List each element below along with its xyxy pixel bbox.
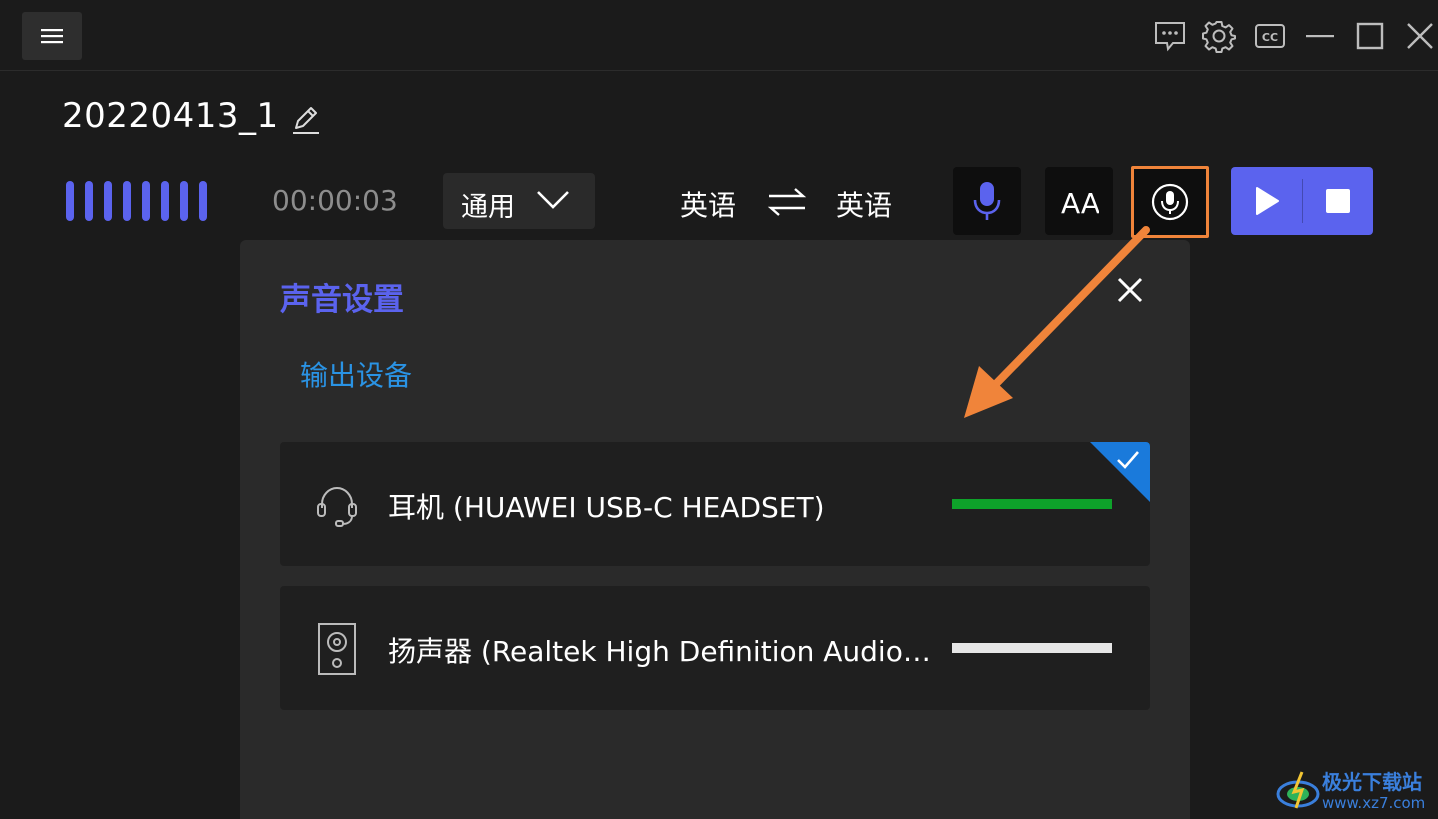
chevron-down-icon — [537, 191, 569, 209]
playback-controls — [1231, 167, 1373, 235]
microphone-icon — [973, 182, 1001, 220]
cc-subtitle-icon: CC — [1255, 24, 1285, 48]
checkmark-icon — [1117, 451, 1139, 469]
output-device-section-label: 输出设备 — [300, 359, 413, 392]
font-size-icon: AA — [1061, 187, 1099, 219]
close-icon — [1117, 277, 1143, 303]
play-button[interactable] — [1231, 167, 1302, 235]
settings-gear-icon — [1202, 21, 1236, 53]
recording-timer: 00:00:03 — [272, 184, 398, 217]
sound-settings-panel: 声音设置 输出设备 耳机 (HUAWEI USB-C HEADSET) 扬声器 … — [240, 240, 1190, 819]
close-panel-button[interactable] — [1116, 276, 1144, 308]
source-language[interactable]: 英语 — [680, 184, 736, 224]
feedback-button[interactable] — [1150, 16, 1190, 56]
mode-dropdown[interactable]: 通用 — [443, 173, 595, 229]
watermark: 极光下载站 www.xz7.com — [1276, 764, 1436, 816]
maximize-icon — [1356, 22, 1384, 50]
stop-button[interactable] — [1303, 167, 1373, 235]
svg-text:AA: AA — [1061, 187, 1099, 219]
device-item-speaker[interactable]: 扬声器 (Realtek High Definition Audio(... — [280, 586, 1150, 710]
subtitle-button[interactable]: CC — [1250, 16, 1290, 56]
swap-arrows-icon — [767, 188, 807, 216]
minimize-button[interactable] — [1300, 16, 1340, 56]
menu-button[interactable] — [22, 12, 82, 60]
target-language[interactable]: 英语 — [836, 184, 892, 224]
mode-label: 通用 — [461, 192, 515, 223]
maximize-button[interactable] — [1350, 16, 1390, 56]
hamburger-icon — [41, 29, 63, 44]
session-title: 20220413_1 — [62, 96, 279, 136]
watermark-logo-icon — [1276, 771, 1320, 809]
close-icon — [1407, 23, 1433, 49]
font-size-button[interactable]: AA — [1045, 167, 1113, 235]
svg-text:CC: CC — [1262, 31, 1278, 44]
title-bar: CC — [0, 0, 1438, 71]
level-meter — [952, 643, 1112, 653]
stop-icon — [1326, 189, 1350, 213]
device-item-headset[interactable]: 耳机 (HUAWEI USB-C HEADSET) — [280, 442, 1150, 566]
minimize-icon — [1306, 35, 1334, 38]
feedback-icon — [1155, 22, 1185, 52]
panel-title: 声音设置 — [280, 282, 404, 318]
headset-icon — [317, 486, 357, 527]
play-icon — [1255, 187, 1279, 215]
level-meter — [952, 499, 1112, 509]
close-window-button[interactable] — [1400, 16, 1438, 56]
sound-settings-button[interactable] — [1131, 166, 1209, 238]
edit-title-button[interactable] — [290, 104, 322, 140]
microphone-button[interactable] — [953, 167, 1021, 235]
pencil-icon — [293, 107, 319, 134]
sound-mic-icon — [1151, 183, 1189, 221]
swap-language-button[interactable] — [766, 184, 808, 224]
watermark-url: www.xz7.com — [1322, 794, 1426, 812]
settings-button[interactable] — [1199, 16, 1239, 56]
device-name: 扬声器 (Realtek High Definition Audio(... — [388, 635, 938, 668]
audio-waveform — [66, 181, 207, 221]
device-name: 耳机 (HUAWEI USB-C HEADSET) — [388, 491, 825, 524]
watermark-text: 极光下载站 — [1322, 770, 1422, 794]
speaker-icon — [318, 623, 356, 675]
